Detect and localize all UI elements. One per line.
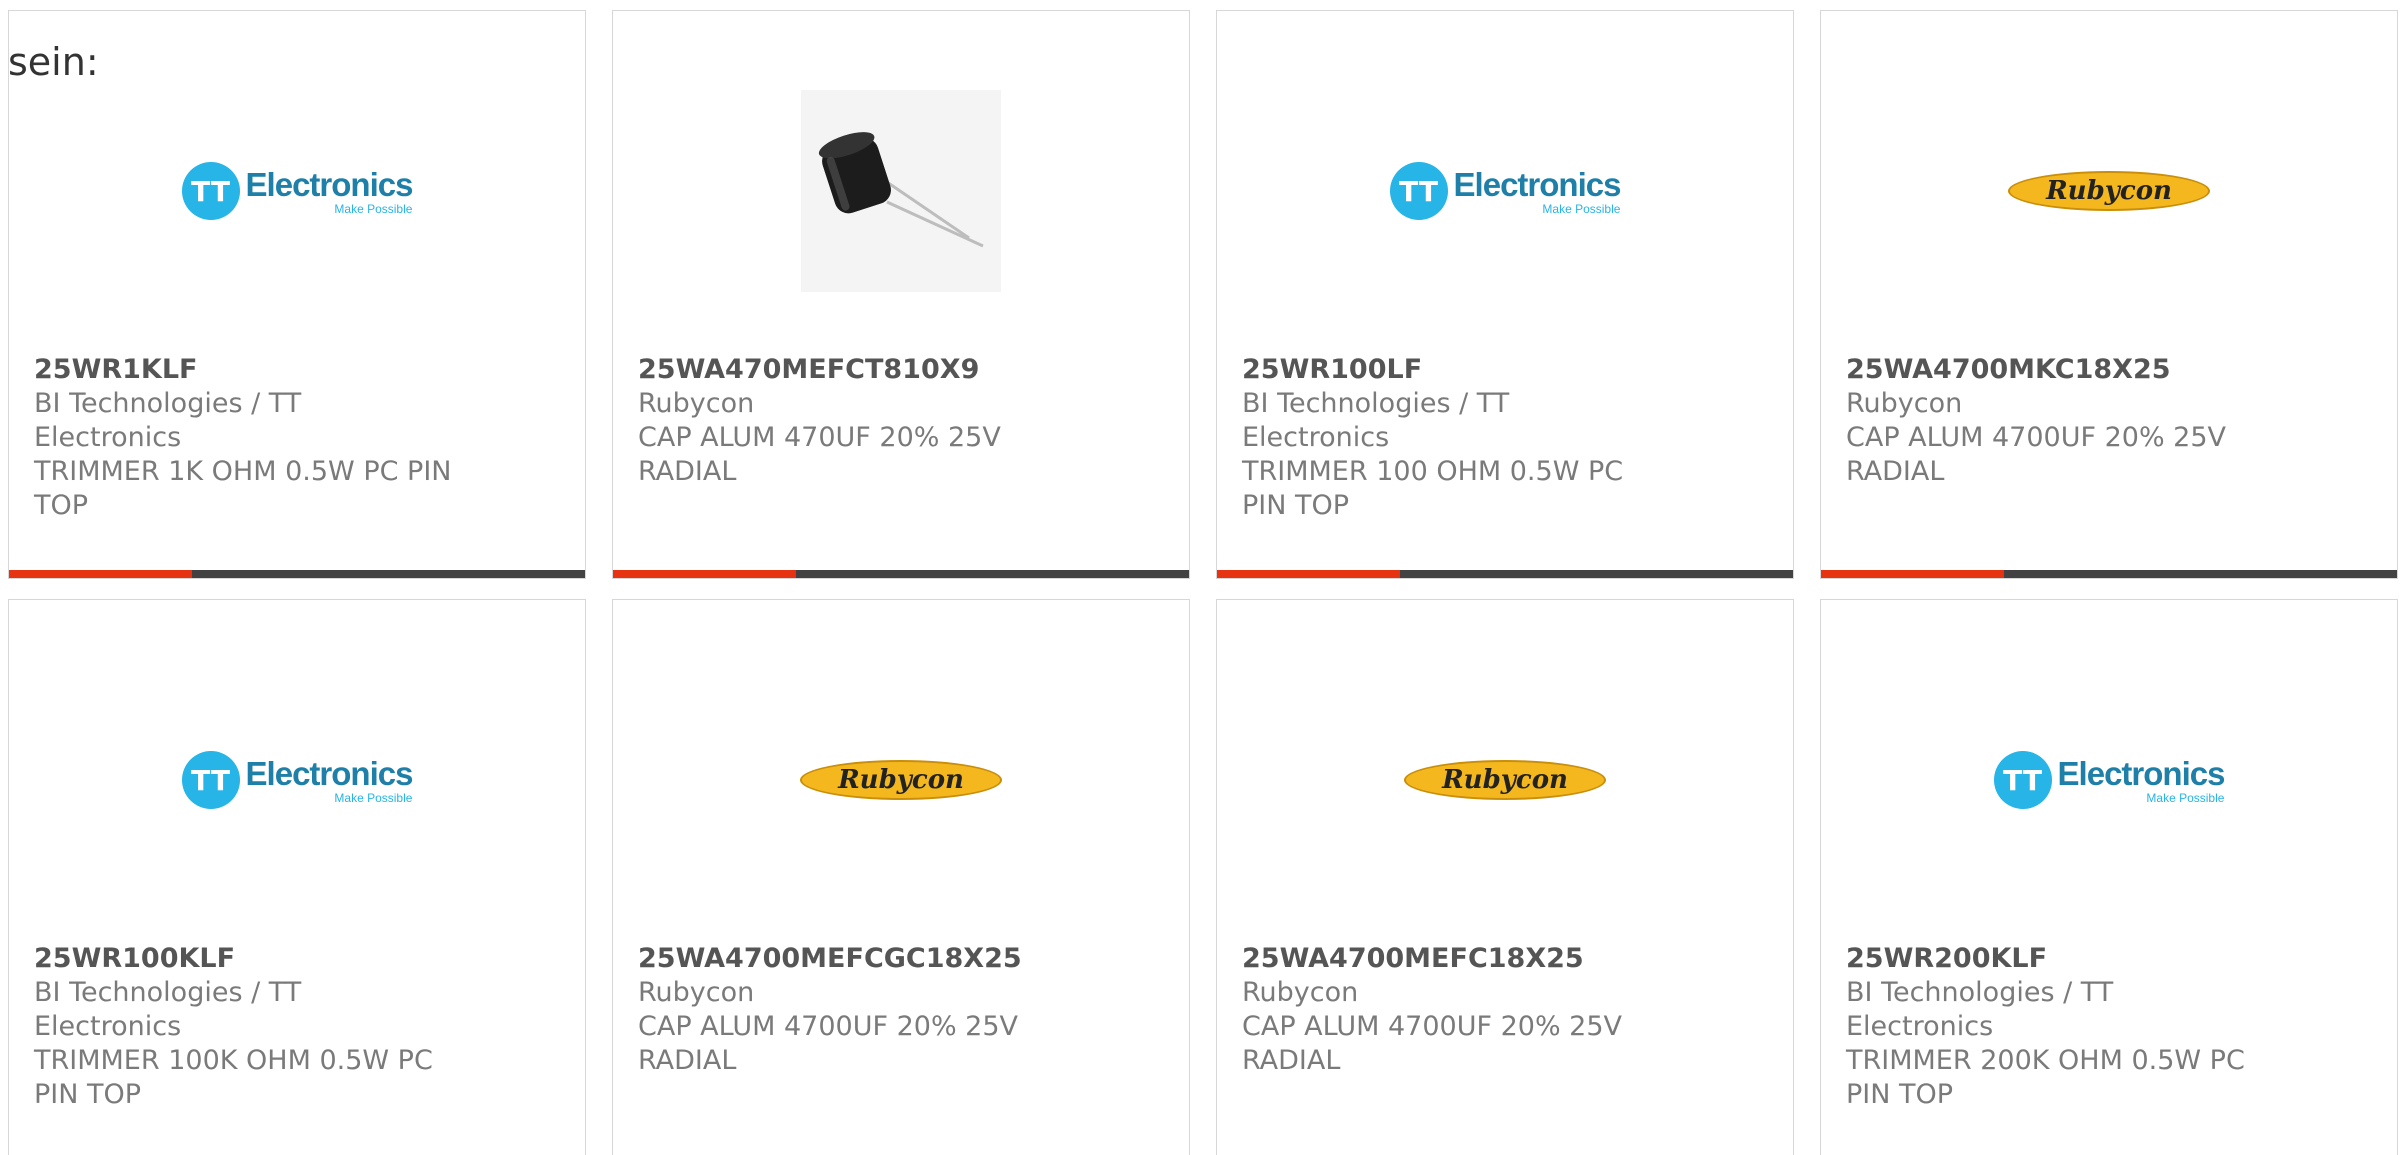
tt-logo-name: Electronics xyxy=(1453,165,1622,203)
tt-logo-tagline: Make Possible xyxy=(334,790,413,805)
tt-logo-name: Electronics xyxy=(245,754,414,792)
product-card[interactable]: TT Electronics Make Possible 25WR100LF B… xyxy=(1216,10,1794,579)
card-bar-accent xyxy=(1217,570,1400,578)
product-card[interactable]: TT Electronics Make Possible 25WR1KLF BI… xyxy=(8,10,586,579)
rubycon-logo-text: Rubycon xyxy=(2046,176,2172,206)
description: TRIMMER 100 OHM 0.5W PC PIN TOP xyxy=(1242,456,1624,521)
tt-logo-mark: TT xyxy=(1993,751,2052,809)
product-image[interactable]: TT Electronics Make Possible xyxy=(1821,600,2397,940)
tt-logo-name: Electronics xyxy=(245,165,414,203)
card-bar-accent xyxy=(613,570,796,578)
tt-electronics-logo: TT Electronics Make Possible xyxy=(1993,751,2226,809)
card-bottom-bar xyxy=(613,570,1189,578)
description: CAP ALUM 470UF 20% 25V RADIAL xyxy=(638,422,1001,487)
description: CAP ALUM 4700UF 20% 25V RADIAL xyxy=(1846,422,2227,487)
card-bar-accent xyxy=(9,570,192,578)
tt-logo-tagline: Make Possible xyxy=(334,201,413,216)
product-image[interactable]: Rubycon xyxy=(613,600,1189,940)
manufacturer: Rubycon xyxy=(1242,977,1359,1008)
product-card[interactable]: Rubycon 25WA4700MEFCGC18X25 Rubycon CAP … xyxy=(612,599,1190,1155)
manufacturer: BI Technologies / TT Electronics xyxy=(34,977,302,1042)
card-bottom-bar xyxy=(9,570,585,578)
product-card[interactable]: TT Electronics Make Possible 25WR200KLF … xyxy=(1820,599,2398,1155)
product-image[interactable]: Rubycon xyxy=(1821,11,2397,351)
product-image[interactable]: TT Electronics Make Possible xyxy=(1217,11,1793,351)
tt-logo-tagline: Make Possible xyxy=(2146,790,2225,805)
product-card[interactable]: 25WA470MEFCT810X9 Rubycon CAP ALUM 470UF… xyxy=(612,10,1190,579)
tt-logo-mark: TT xyxy=(1389,162,1448,220)
manufacturer: BI Technologies / TT Electronics xyxy=(1846,977,2114,1042)
tt-logo-name: Electronics xyxy=(2057,754,2226,792)
rubycon-logo: Rubycon xyxy=(800,760,1002,800)
description: TRIMMER 100K OHM 0.5W PC PIN TOP xyxy=(34,1045,433,1110)
description: TRIMMER 200K OHM 0.5W PC PIN TOP xyxy=(1846,1045,2245,1110)
description: CAP ALUM 4700UF 20% 25V RADIAL xyxy=(638,1011,1019,1076)
rubycon-logo: Rubycon xyxy=(2008,171,2210,211)
card-bottom-bar xyxy=(1821,570,2397,578)
manufacturer: Rubycon xyxy=(638,977,755,1008)
product-image[interactable]: Rubycon xyxy=(1217,600,1793,940)
manufacturer: BI Technologies / TT Electronics xyxy=(1242,388,1510,453)
description: CAP ALUM 4700UF 20% 25V RADIAL xyxy=(1242,1011,1623,1076)
tt-logo-tagline: Make Possible xyxy=(1542,201,1621,216)
rubycon-logo-text: Rubycon xyxy=(1442,765,1568,795)
part-number-link[interactable]: 25WA470MEFCT810X9 xyxy=(638,353,1058,387)
tt-logo-mark: TT xyxy=(181,162,240,220)
card-bottom-bar xyxy=(1217,570,1793,578)
tt-electronics-logo: TT Electronics Make Possible xyxy=(1389,162,1622,220)
product-grid: TT Electronics Make Possible 25WR1KLF BI… xyxy=(8,10,2400,1155)
description: TRIMMER 1K OHM 0.5W PC PIN TOP xyxy=(34,456,452,521)
card-bar-accent xyxy=(1821,570,2004,578)
manufacturer: BI Technologies / TT Electronics xyxy=(34,388,302,453)
manufacturer: Rubycon xyxy=(1846,388,1963,419)
part-number-link[interactable]: 25WA4700MKC18X25 xyxy=(1846,353,2266,387)
page: sein: TT Electronics Make Possible 25WR1… xyxy=(0,0,2400,1155)
part-number-link[interactable]: 25WR100LF xyxy=(1242,353,1662,387)
part-number-link[interactable]: 25WA4700MEFCGC18X25 xyxy=(638,942,1058,976)
manufacturer: Rubycon xyxy=(638,388,755,419)
part-number-link[interactable]: 25WA4700MEFC18X25 xyxy=(1242,942,1662,976)
tt-electronics-logo: TT Electronics Make Possible xyxy=(181,162,414,220)
tt-electronics-logo: TT Electronics Make Possible xyxy=(181,751,414,809)
product-card[interactable]: Rubycon 25WA4700MEFC18X25 Rubycon CAP AL… xyxy=(1216,599,1794,1155)
rubycon-logo-text: Rubycon xyxy=(838,765,964,795)
part-number-link[interactable]: 25WR1KLF xyxy=(34,353,454,387)
part-number-link[interactable]: 25WR200KLF xyxy=(1846,942,2266,976)
intro-text: sein: xyxy=(8,40,99,84)
product-card[interactable]: Rubycon 25WA4700MKC18X25 Rubycon CAP ALU… xyxy=(1820,10,2398,579)
capacitor-photo xyxy=(801,90,1001,292)
rubycon-logo: Rubycon xyxy=(1404,760,1606,800)
product-image[interactable] xyxy=(613,11,1189,351)
product-card[interactable]: TT Electronics Make Possible 25WR100KLF … xyxy=(8,599,586,1155)
product-image[interactable]: TT Electronics Make Possible xyxy=(9,600,585,940)
tt-logo-mark: TT xyxy=(181,751,240,809)
part-number-link[interactable]: 25WR100KLF xyxy=(34,942,454,976)
